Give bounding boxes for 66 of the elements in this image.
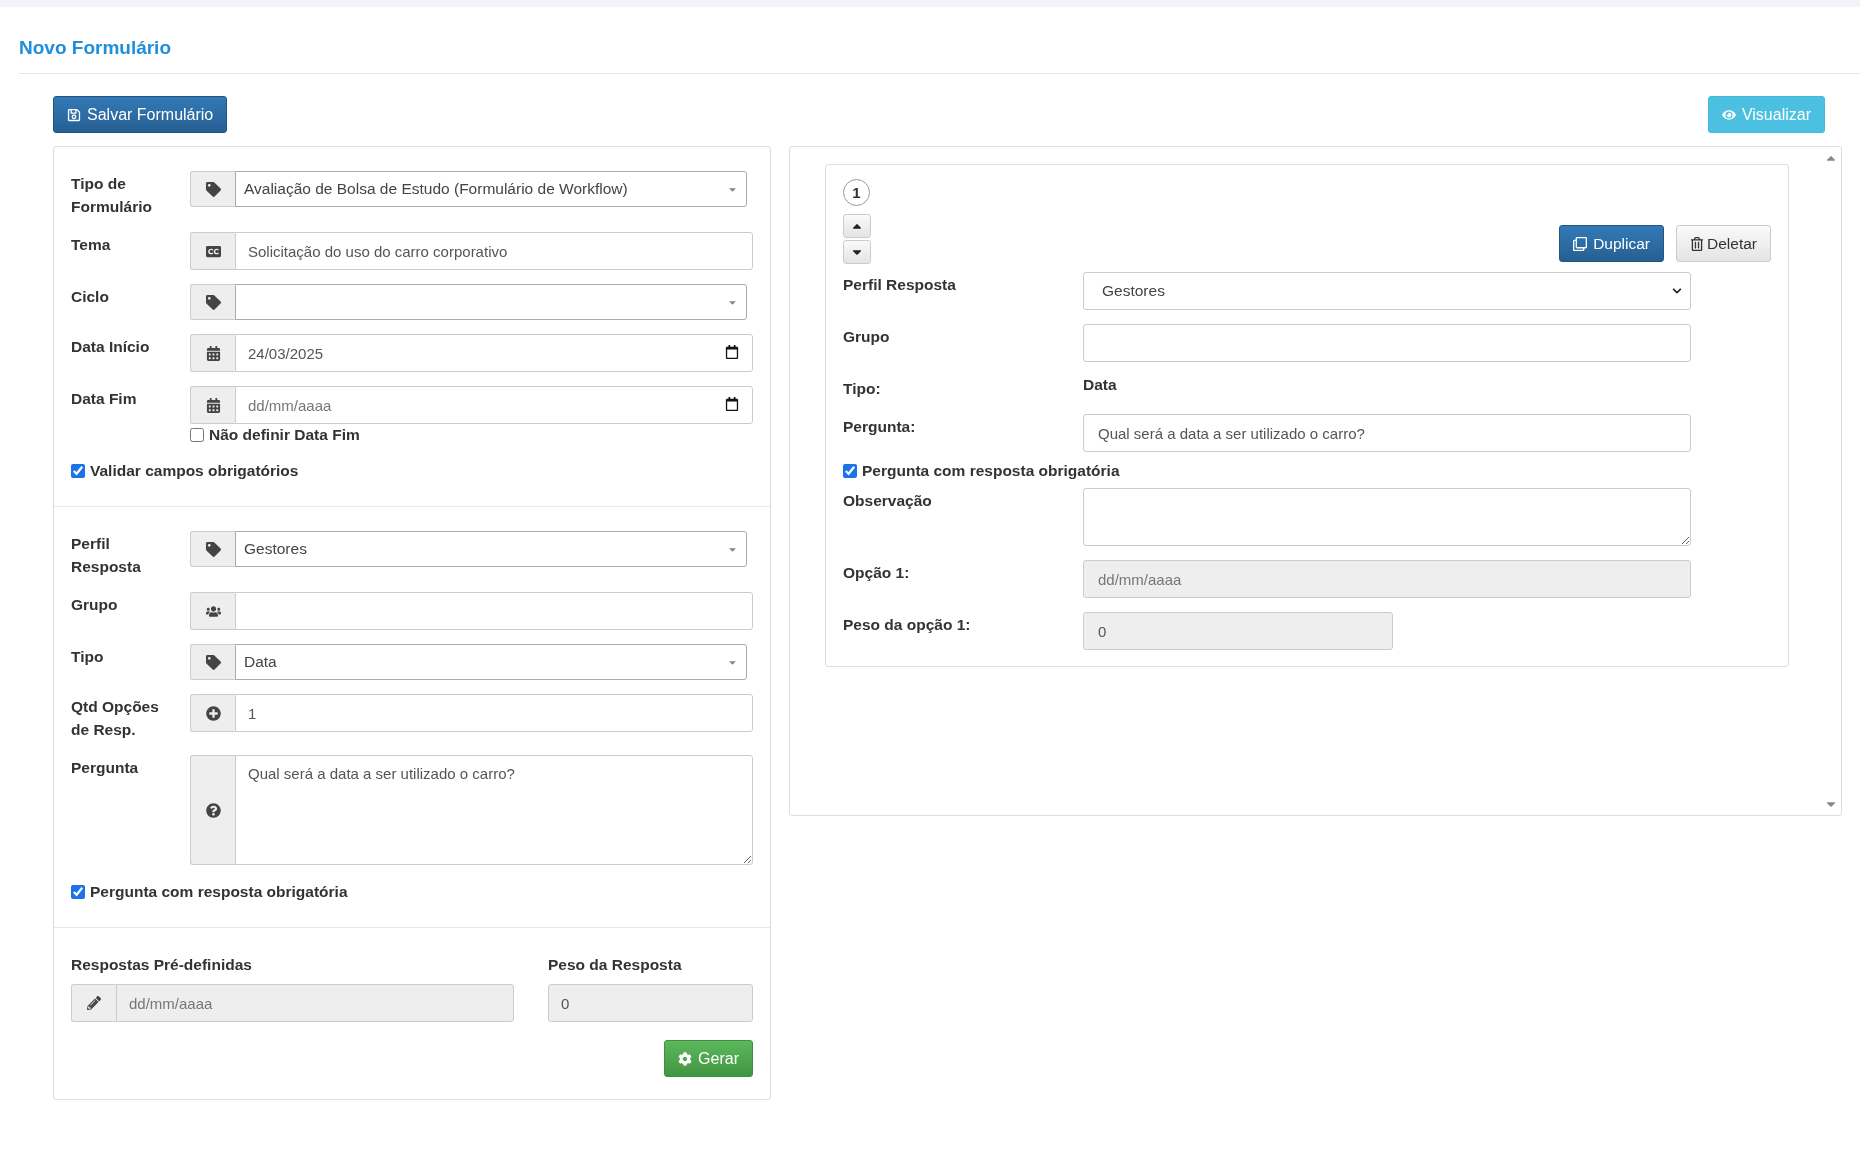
eye-icon	[1721, 107, 1736, 122]
save-icon	[67, 107, 81, 122]
field-label: Qtd Opções de Resp.	[71, 697, 160, 740]
field-label: Peso da opção 1:	[843, 615, 972, 635]
calendar-icon[interactable]	[725, 345, 739, 359]
field-label: Tipo de Formulário	[71, 174, 153, 217]
calendar-icon	[205, 345, 221, 361]
delete-button[interactable]: Deletar	[1676, 225, 1771, 262]
checkbox-label: Validar campos obrigatórios	[90, 462, 299, 480]
gear-icon	[678, 1051, 693, 1066]
page-title: Novo Formulário	[19, 37, 172, 59]
field-label: Opção 1:	[843, 563, 911, 583]
checkbox-label: Pergunta com resposta obrigatória	[862, 462, 1120, 480]
field-label: Grupo	[843, 327, 891, 347]
trash-icon	[1690, 236, 1705, 251]
field-label: Peso da Resposta	[548, 955, 683, 975]
textarea-field[interactable]	[1083, 488, 1691, 546]
move-up-button[interactable]	[843, 214, 871, 238]
pencil-icon	[87, 996, 101, 1010]
field-label: Data Início	[71, 337, 151, 357]
date-field[interactable]: 24/03/2025	[235, 334, 753, 372]
checkbox-label: Pergunta com resposta obrigatória	[90, 883, 348, 901]
field-label: Tipo	[71, 647, 105, 667]
select-field[interactable]: Gestores	[235, 531, 747, 567]
select-field[interactable]	[235, 284, 747, 320]
calendar-icon	[205, 397, 221, 413]
text-field[interactable]	[235, 592, 753, 630]
question-textarea[interactable]: Qual será a data a ser utilizado o carro?	[235, 755, 753, 865]
text-field[interactable]: Solicitação do uso do carro corporativo	[235, 232, 753, 270]
text-field[interactable]	[1083, 324, 1691, 362]
checkbox-label: Não definir Data Fim	[209, 426, 360, 444]
field-value: Data	[1083, 376, 1118, 394]
date-field[interactable]: dd/mm/aaaa	[235, 386, 753, 424]
field-label: Ciclo	[71, 287, 110, 307]
users-icon	[205, 603, 221, 619]
copy-icon	[1573, 236, 1588, 251]
tag-icon	[205, 181, 221, 197]
field-label: Pergunta:	[843, 417, 917, 437]
checkbox[interactable]	[843, 464, 857, 478]
tag-icon	[205, 541, 221, 557]
duplicate-button[interactable]: Duplicar	[1559, 225, 1665, 262]
checkbox[interactable]	[190, 428, 204, 442]
select-field[interactable]: Data	[235, 644, 747, 680]
field-label: Data Fim	[71, 389, 138, 409]
select-field[interactable]: Avaliação de Bolsa de Estudo (Formulário de Workflow)	[235, 171, 747, 207]
checkbox[interactable]	[71, 885, 85, 899]
text-field[interactable]: Qual será a data a ser utilizado o carro?	[1083, 414, 1691, 452]
calendar-icon[interactable]	[725, 397, 739, 411]
field-label: Pergunta	[71, 758, 140, 778]
tag-icon	[205, 654, 221, 670]
tag-icon	[205, 294, 221, 310]
checkbox[interactable]	[71, 464, 85, 478]
field-label: Tipo:	[843, 379, 882, 399]
text-field[interactable]: 1	[235, 694, 753, 732]
select-field[interactable]: Gestores	[1083, 272, 1691, 310]
field-label: Observação	[843, 491, 933, 511]
field-label: Grupo	[71, 595, 119, 615]
field-label: Perfil Resposta	[71, 534, 142, 577]
field-label: Tema	[71, 235, 112, 255]
save-button[interactable]: Salvar Formulário	[53, 96, 228, 133]
field-label: Respostas Pré-definidas	[71, 955, 253, 975]
caption-icon	[205, 243, 221, 259]
move-down-button[interactable]	[843, 240, 871, 264]
chevron-icon	[1672, 286, 1682, 296]
question-icon	[205, 802, 221, 818]
field-label: Perfil Resposta	[843, 275, 957, 295]
